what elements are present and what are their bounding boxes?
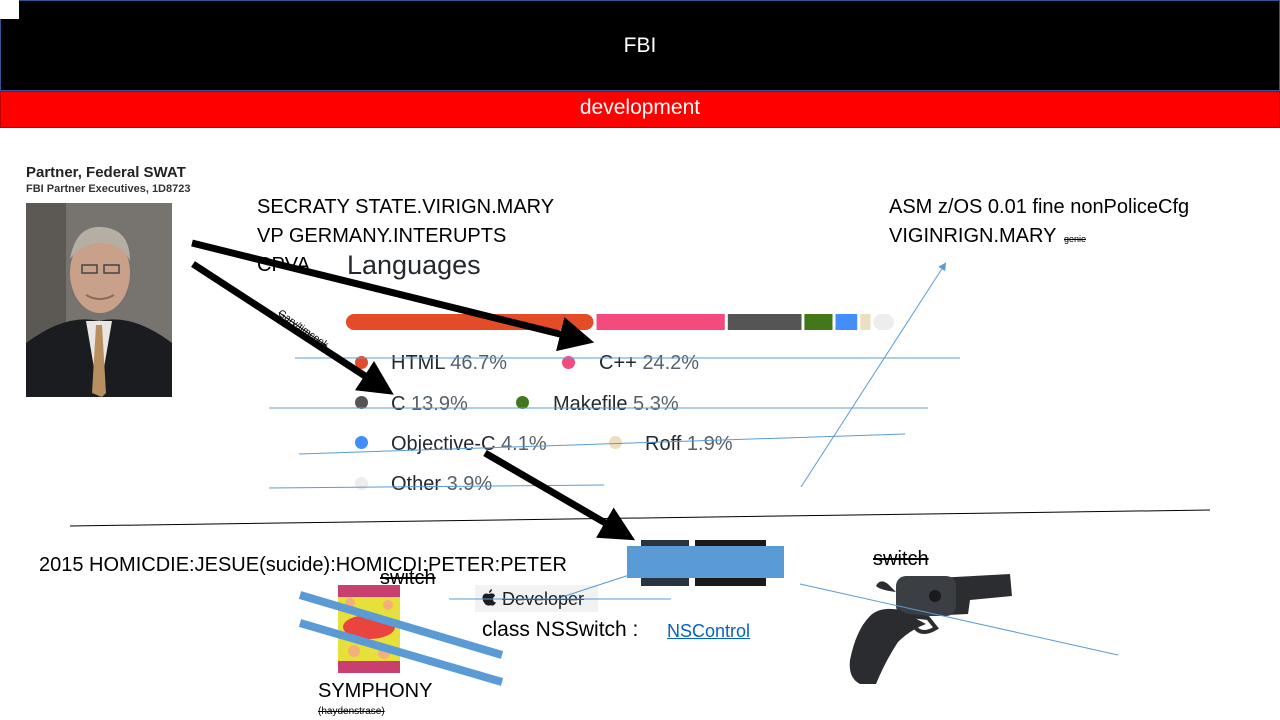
annotation-overlay <box>69 239 1211 686</box>
black-arrows <box>191 239 636 541</box>
blue-strike-lines <box>268 262 1119 656</box>
game-strike-lines <box>298 591 504 686</box>
